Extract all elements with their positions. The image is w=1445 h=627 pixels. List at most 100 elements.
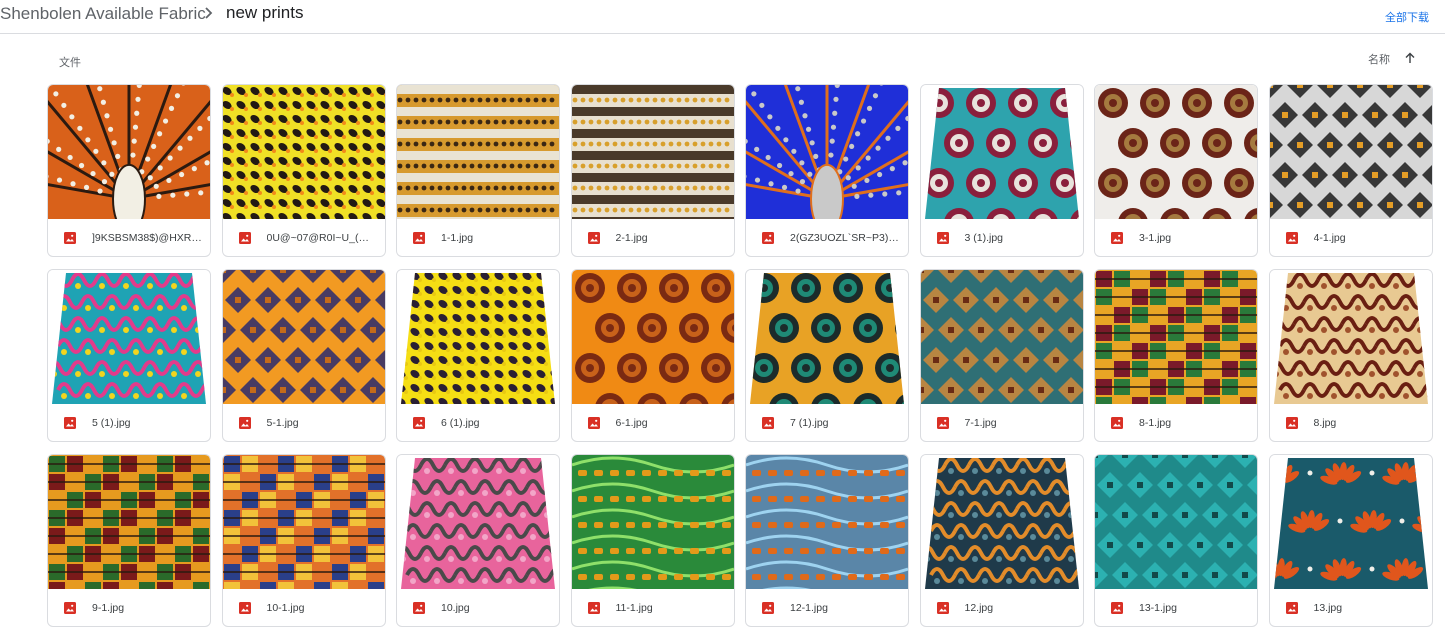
file-caption: 7 (1).jpg — [746, 404, 908, 441]
file-name: 3 (1).jpg — [964, 232, 1004, 244]
breadcrumb-root[interactable]: Shenbolen Available Fabric — [0, 4, 206, 24]
file-card[interactable]: 9-1.jpg — [47, 454, 211, 627]
file-card[interactable]: 5 (1).jpg — [47, 269, 211, 442]
image-file-icon — [1285, 417, 1298, 429]
image-file-icon — [413, 602, 425, 614]
file-name: 10-1.jpg — [266, 602, 305, 614]
file-thumbnail — [222, 270, 385, 404]
file-caption: 0U@~07@R0I~U_(D8... — [223, 219, 385, 256]
file-caption: 8.jpg — [1270, 404, 1432, 441]
file-caption: 12-1.jpg — [746, 589, 908, 626]
file-thumbnail — [571, 85, 734, 219]
file-name: 11-1.jpg — [615, 602, 653, 614]
file-thumbnail — [571, 455, 734, 589]
file-card[interactable]: 3-1.jpg — [1094, 84, 1258, 257]
file-card[interactable]: 7-1.jpg — [919, 269, 1084, 442]
image-file-icon — [413, 232, 425, 244]
file-card[interactable]: 10.jpg — [396, 454, 560, 627]
file-thumbnail — [1269, 85, 1432, 219]
file-card[interactable]: 2-1.jpg — [570, 84, 735, 257]
file-caption: 10.jpg — [397, 589, 559, 626]
file-card[interactable]: 12.jpg — [919, 454, 1084, 627]
image-file-icon — [64, 417, 76, 429]
file-caption: 5-1.jpg — [223, 404, 385, 441]
file-card[interactable]: 12-1.jpg — [745, 454, 909, 627]
file-name: 4-1.jpg — [1313, 232, 1346, 244]
file-card[interactable]: 6 (1).jpg — [396, 269, 560, 442]
image-file-icon — [1285, 232, 1298, 244]
file-card[interactable]: 8.jpg — [1268, 269, 1433, 442]
file-caption: 8-1.jpg — [1095, 404, 1257, 441]
arrow-up-icon[interactable] — [1403, 51, 1417, 65]
image-file-icon — [238, 232, 251, 244]
image-file-icon — [936, 602, 949, 614]
file-thumbnail — [920, 85, 1083, 219]
file-caption: 4-1.jpg — [1270, 219, 1432, 256]
breadcrumb-current: new prints — [226, 3, 304, 22]
file-name: 7 (1).jpg — [790, 417, 829, 429]
image-file-icon — [936, 417, 949, 429]
file-card[interactable]: 3 (1).jpg — [919, 84, 1084, 257]
file-thumbnail — [746, 455, 908, 589]
image-file-icon — [936, 232, 949, 244]
file-card[interactable]: 6-1.jpg — [570, 269, 735, 442]
image-file-icon — [1111, 602, 1123, 614]
file-thumbnail — [48, 455, 210, 589]
file-card[interactable]: 2(GZ3UOZL`SR~P3)1... — [745, 84, 909, 257]
file-card[interactable]: 10-1.jpg — [221, 454, 386, 627]
file-card[interactable]: 8-1.jpg — [1094, 269, 1258, 442]
file-caption: 1-1.jpg — [397, 219, 559, 256]
file-card[interactable]: 1-1.jpg — [396, 84, 560, 257]
file-name: 6 (1).jpg — [441, 417, 480, 429]
file-name: 8-1.jpg — [1139, 417, 1172, 429]
files-section-label: 文件 — [59, 57, 81, 69]
file-name: 8.jpg — [1313, 417, 1337, 429]
file-card[interactable]: 11-1.jpg — [570, 454, 735, 627]
file-name: 7-1.jpg — [964, 417, 997, 429]
file-caption: 10-1.jpg — [223, 589, 385, 626]
file-name: 1-1.jpg — [441, 232, 474, 244]
file-caption: 3 (1).jpg — [921, 219, 1083, 256]
file-card[interactable]: 0U@~07@R0I~U_(D8... — [221, 84, 386, 257]
top-bar: Shenbolen Available Fabric new prints 全部… — [0, 0, 1445, 34]
file-name: 2-1.jpg — [615, 232, 648, 244]
file-name: 3-1.jpg — [1139, 232, 1172, 244]
file-caption: 13-1.jpg — [1095, 589, 1257, 626]
file-card[interactable]: 5-1.jpg — [221, 269, 386, 442]
download-all-button[interactable]: 全部下载 — [1385, 9, 1429, 25]
sort-by-name-button[interactable]: 名称 — [1368, 51, 1390, 67]
file-thumbnail — [397, 85, 559, 219]
file-name: 12.jpg — [964, 602, 994, 614]
file-name: 13.jpg — [1313, 602, 1343, 614]
file-caption: 7-1.jpg — [921, 404, 1083, 441]
file-caption: 6 (1).jpg — [397, 404, 559, 441]
image-file-icon — [762, 417, 774, 429]
file-name: ]9KSBSM38$)@HXR]... — [92, 232, 202, 244]
file-card[interactable]: 13-1.jpg — [1094, 454, 1258, 627]
file-caption: 2-1.jpg — [572, 219, 734, 256]
file-card[interactable]: 7 (1).jpg — [745, 269, 909, 442]
file-name: 0U@~07@R0I~U_(D8... — [266, 232, 377, 244]
file-caption: 3-1.jpg — [1095, 219, 1257, 256]
file-caption: ]9KSBSM38$)@HXR]... — [48, 219, 210, 256]
file-name: 9-1.jpg — [92, 602, 125, 614]
chevron-right-icon — [205, 7, 213, 19]
file-thumbnail — [746, 85, 908, 219]
image-file-icon — [587, 417, 600, 429]
file-thumbnail — [222, 455, 385, 589]
image-file-icon — [1111, 232, 1123, 244]
file-thumbnail — [1095, 270, 1257, 404]
file-thumbnail — [1269, 455, 1432, 589]
file-thumbnail — [746, 270, 908, 404]
file-caption: 6-1.jpg — [572, 404, 734, 441]
image-file-icon — [238, 602, 251, 614]
file-thumbnail — [1095, 455, 1257, 589]
file-name: 5-1.jpg — [266, 417, 299, 429]
file-card[interactable]: 13.jpg — [1268, 454, 1433, 627]
file-name: 5 (1).jpg — [92, 417, 131, 429]
image-file-icon — [587, 602, 600, 614]
file-name: 6-1.jpg — [615, 417, 648, 429]
file-card[interactable]: 4-1.jpg — [1268, 84, 1433, 257]
file-thumbnail — [397, 270, 559, 404]
file-card[interactable]: ]9KSBSM38$)@HXR]... — [47, 84, 211, 257]
